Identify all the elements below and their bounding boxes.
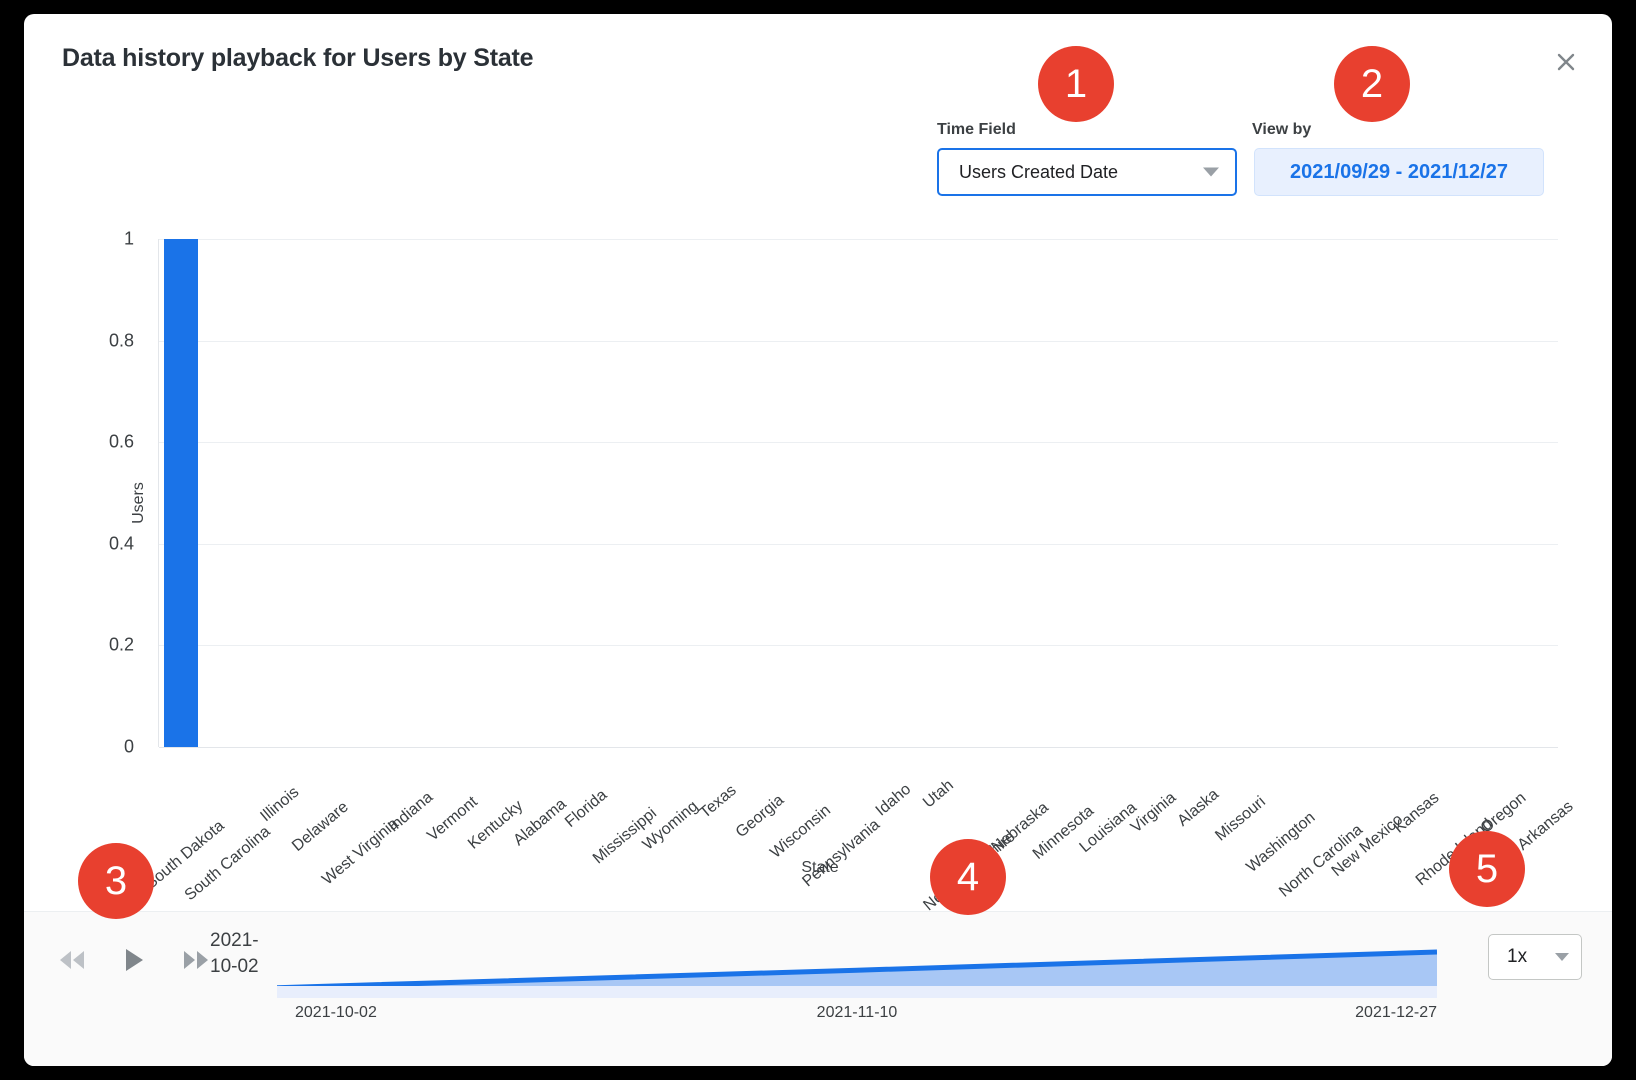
playback-speed-select[interactable]: 1x <box>1488 934 1582 980</box>
fast-forward-icon[interactable] <box>178 942 214 978</box>
x-axis-tick: Idaho <box>873 781 915 821</box>
chart-bar[interactable] <box>164 239 198 747</box>
timeline-track[interactable] <box>277 986 1437 998</box>
screenshot-root: Data history playback for Users by State… <box>0 0 1636 1080</box>
x-axis-tick: Utah <box>920 777 957 813</box>
x-axis-tick: Illinois <box>258 784 304 826</box>
page-title: Data history playback for Users by State <box>62 44 533 73</box>
y-axis-tick: 0.8 <box>64 330 134 351</box>
playback-current-date: 2021-10-02 <box>210 928 280 980</box>
chevron-down-icon <box>1203 168 1219 177</box>
y-axis-tick: 1 <box>64 229 134 250</box>
close-icon[interactable] <box>1546 42 1586 82</box>
timeline-axis-tick: 2021-12-27 <box>1355 1004 1437 1022</box>
callout-badge-3: 3 <box>78 843 154 919</box>
playback-current-date-monthday: 10-02 <box>210 954 280 980</box>
chevron-down-icon <box>1555 953 1569 961</box>
chart-gridline <box>159 747 1558 748</box>
callout-badge-2: 2 <box>1334 46 1410 122</box>
time-field-label: Time Field <box>937 121 1016 139</box>
rewind-icon[interactable] <box>54 942 90 978</box>
callout-badge-4: 4 <box>930 839 1006 915</box>
callout-badge-5: 5 <box>1449 831 1525 907</box>
y-axis-label: Users <box>130 482 148 524</box>
x-axis-ticks: South DakotaSouth CarolinaIllinoisDelawa… <box>158 749 1558 859</box>
timeline-axis-tick: 2021-11-10 <box>817 1004 898 1022</box>
users-by-state-bar-chart: Users 00.20.40.60.81 South DakotaSouth C… <box>62 219 1572 859</box>
timeline-axis-tick: 2021-10-02 <box>295 1004 377 1022</box>
x-axis-tick: Texas <box>697 782 741 823</box>
playback-current-date-year: 2021- <box>210 928 280 954</box>
y-axis-tick: 0.4 <box>64 533 134 554</box>
playback-timeline[interactable] <box>277 918 1437 998</box>
y-axis-tick: 0 <box>64 737 134 758</box>
timeline-axis: 2021-10-02 2021-11-10 2021-12-27 <box>277 1004 1437 1034</box>
playback-speed-value: 1x <box>1507 946 1527 968</box>
x-axis-label: State <box>801 859 838 877</box>
view-by-label: View by <box>1252 121 1311 139</box>
x-axis-tick: Kansas <box>1390 789 1442 837</box>
time-field-value: Users Created Date <box>959 162 1118 183</box>
data-history-playback-dialog: Data history playback for Users by State… <box>24 14 1612 1066</box>
view-by-date-range[interactable]: 2021/09/29 - 2021/12/27 <box>1254 148 1544 196</box>
chart-bars <box>159 239 1558 747</box>
x-axis-tick: Georgia <box>732 792 787 842</box>
callout-badge-1: 1 <box>1038 46 1114 122</box>
view-by-value: 2021/09/29 - 2021/12/27 <box>1290 161 1508 184</box>
playback-controls <box>54 942 214 978</box>
play-icon[interactable] <box>116 942 152 978</box>
time-field-select[interactable]: Users Created Date <box>937 148 1237 196</box>
x-axis-tick: Alaska <box>1175 786 1223 831</box>
playback-footer: 2021-10-02 2021-10-02 2021-11-10 2021-12-2… <box>24 911 1612 1066</box>
chart-plot-area: Users 00.20.40.60.81 <box>158 239 1558 747</box>
y-axis-tick: 0.6 <box>64 432 134 453</box>
x-axis-tick: Delaware <box>289 798 352 855</box>
y-axis-tick: 0.2 <box>64 635 134 656</box>
